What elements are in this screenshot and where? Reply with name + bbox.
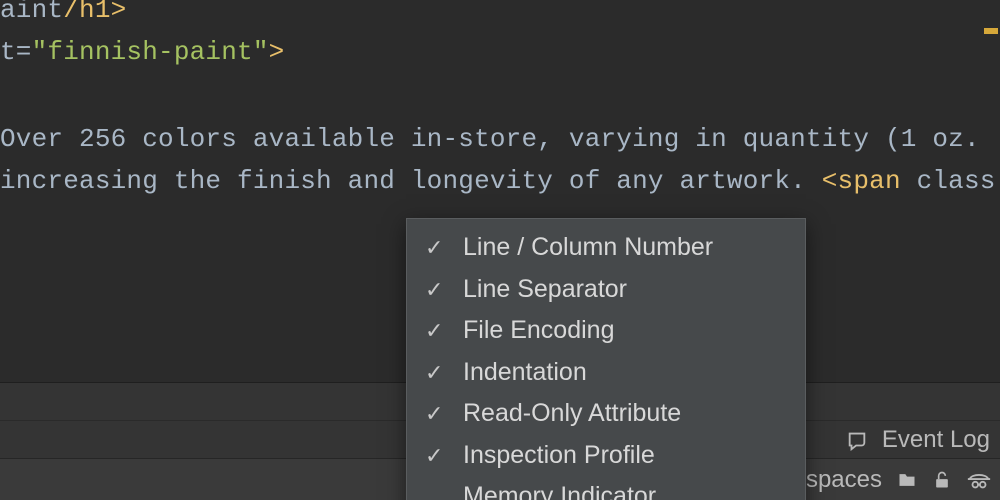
menu-item[interactable]: ✓ Line Separator bbox=[407, 269, 805, 311]
menu-item[interactable]: ✓ Line / Column Number bbox=[407, 227, 805, 269]
menu-item-label: Indentation bbox=[463, 354, 587, 392]
folder-icon[interactable] bbox=[896, 470, 918, 490]
code-line: increasing the finish and longevity of a… bbox=[0, 161, 1000, 203]
menu-item-label: Line / Column Number bbox=[463, 229, 713, 267]
code-string: "finnish-paint" bbox=[32, 37, 269, 67]
check-icon: ✓ bbox=[425, 439, 449, 472]
code-line: t="finnish-paint"> bbox=[0, 32, 1000, 74]
menu-item-label: Memory Indicator bbox=[463, 478, 656, 500]
code-text: aint bbox=[0, 0, 63, 25]
menu-item-label: Inspection Profile bbox=[463, 437, 655, 475]
hector-icon[interactable] bbox=[966, 468, 992, 492]
code-tag: > bbox=[269, 37, 285, 67]
menu-item[interactable]: ✓ Indentation bbox=[407, 352, 805, 394]
menu-item-label: File Encoding bbox=[463, 312, 614, 350]
code-attr: class bbox=[901, 166, 996, 196]
code-text: Over 256 colors available in-store, vary… bbox=[0, 124, 980, 154]
menu-item-label: Line Separator bbox=[463, 271, 627, 309]
code-line: Over 256 colors available in-store, vary… bbox=[0, 119, 1000, 161]
indent-indicator[interactable]: spaces bbox=[806, 466, 882, 494]
menu-item-label: Read-Only Attribute bbox=[463, 395, 681, 433]
code-text: increasing the finish and longevity of a… bbox=[0, 166, 822, 196]
check-icon: ✓ bbox=[425, 397, 449, 430]
event-log-icon[interactable] bbox=[846, 429, 868, 451]
check-icon: ✓ bbox=[425, 231, 449, 264]
code-tag: /h1> bbox=[63, 0, 126, 25]
code-line: aint/h1> bbox=[0, 0, 1000, 32]
check-icon: ✓ bbox=[425, 314, 449, 347]
gutter-marker bbox=[984, 28, 998, 34]
status-bar-context-menu[interactable]: ✓ Line / Column Number ✓ Line Separator ✓ Fil… bbox=[406, 218, 806, 500]
lock-open-icon[interactable] bbox=[932, 469, 952, 491]
code-tag: < bbox=[822, 166, 838, 196]
menu-item[interactable]: ✓ Read-Only Attribute bbox=[407, 393, 805, 435]
menu-item[interactable]: Memory Indicator bbox=[407, 476, 805, 500]
check-icon: ✓ bbox=[425, 273, 449, 306]
event-log-label[interactable]: Event Log bbox=[882, 426, 990, 454]
code-tag: span bbox=[838, 166, 901, 196]
check-icon: ✓ bbox=[425, 356, 449, 389]
menu-item[interactable]: ✓ Inspection Profile bbox=[407, 435, 805, 477]
menu-item[interactable]: ✓ File Encoding bbox=[407, 310, 805, 352]
code-attr: t= bbox=[0, 37, 32, 67]
